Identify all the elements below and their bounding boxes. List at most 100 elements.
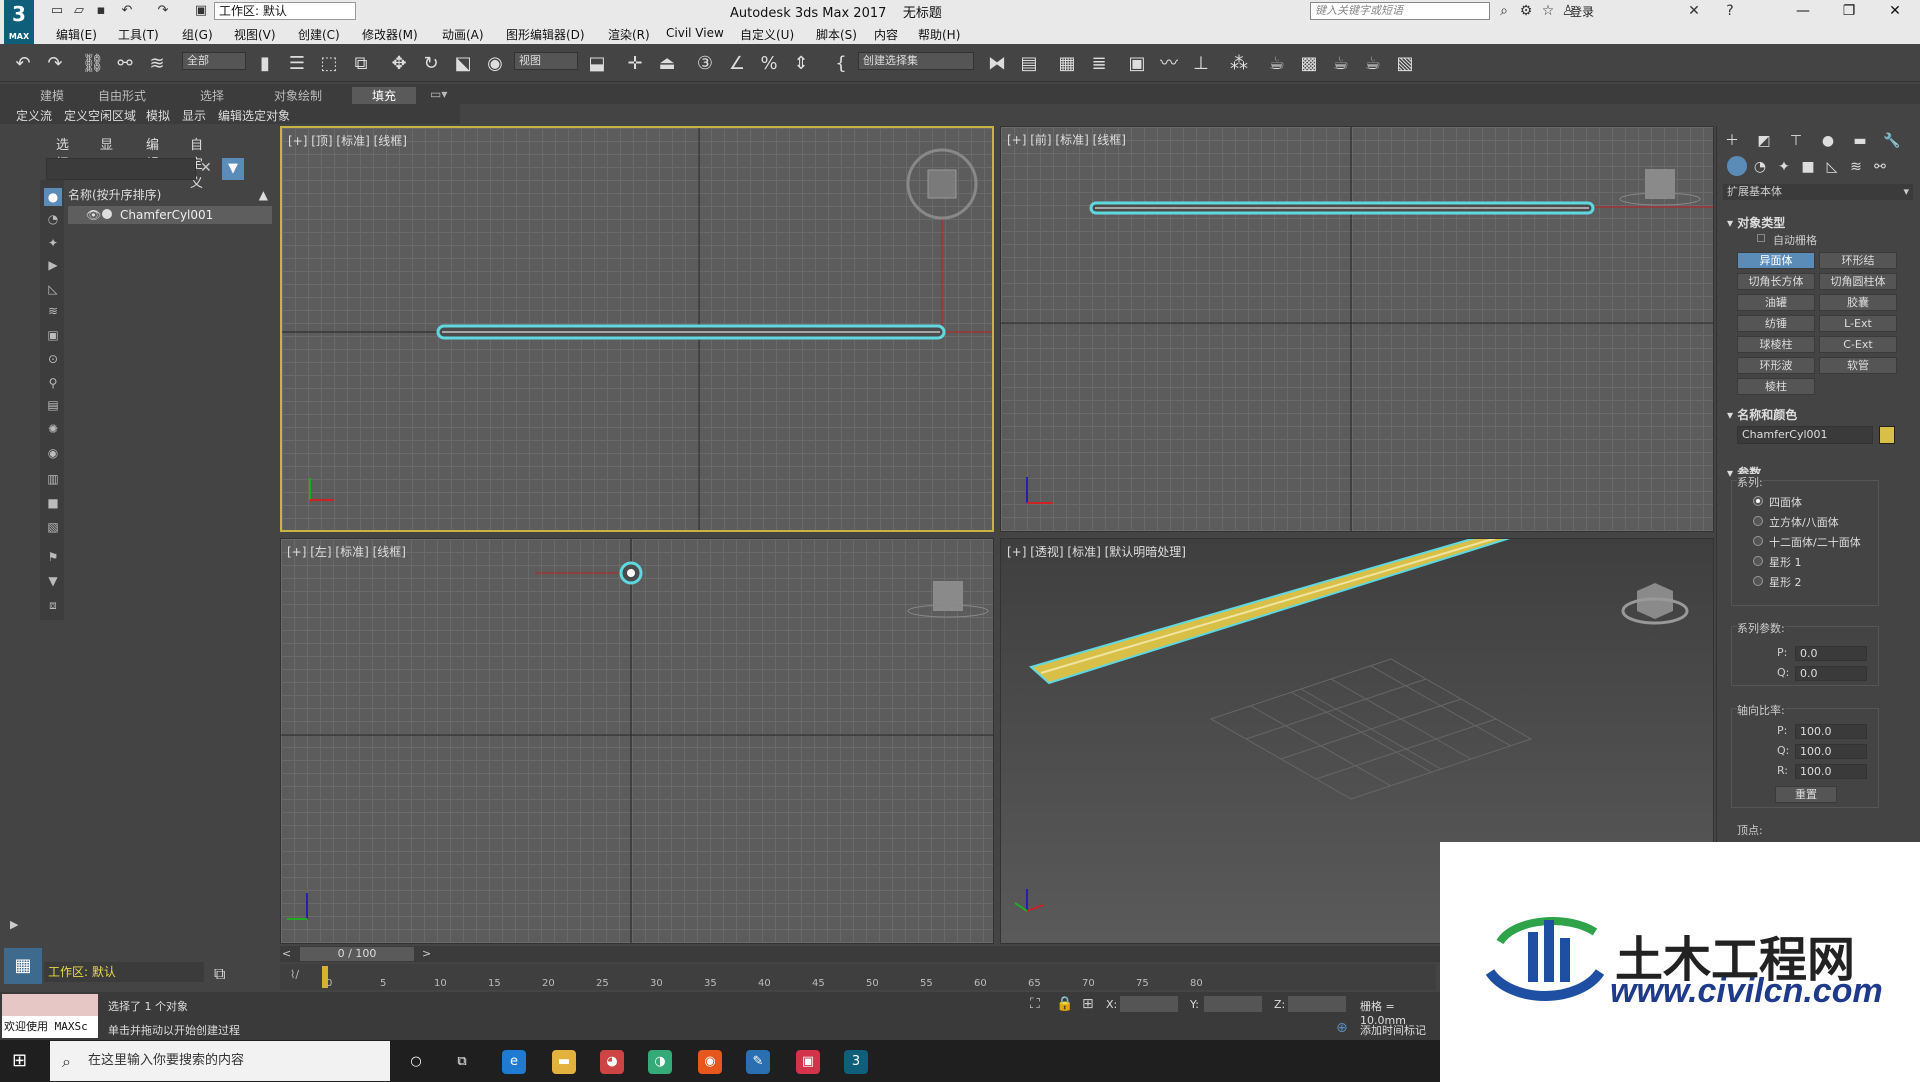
- favorites-star-icon[interactable]: ☆: [1538, 2, 1558, 20]
- category-dropdown[interactable]: 扩展基本体 ▾: [1723, 184, 1913, 200]
- menu-modifiers[interactable]: 修改器(M): [362, 26, 418, 43]
- add-time-tag[interactable]: 添加时间标记: [1360, 1022, 1426, 1038]
- systems-icon[interactable]: ⚯: [1869, 156, 1891, 178]
- l-ext-button[interactable]: L-Ext: [1819, 315, 1897, 332]
- time-tag-icon[interactable]: ⊕: [1336, 1020, 1348, 1036]
- create-tab-icon[interactable]: ＋: [1721, 130, 1743, 152]
- maxscript-listener[interactable]: [2, 994, 98, 1016]
- object-name-input[interactable]: ChamferCyl001: [1737, 426, 1873, 444]
- select-object-icon[interactable]: ▮: [252, 51, 278, 77]
- radio-star1[interactable]: [1753, 556, 1763, 566]
- curve-editor-mini-icon[interactable]: ⌇∕: [290, 968, 299, 981]
- select-by-name-icon[interactable]: ☰: [284, 51, 310, 77]
- gengon-button[interactable]: 球棱柱: [1737, 336, 1815, 353]
- new-file-icon[interactable]: ▭: [48, 2, 66, 20]
- file-explorer-icon[interactable]: ▬: [552, 1050, 576, 1074]
- firefox-icon[interactable]: ◉: [698, 1050, 722, 1074]
- scene-search-input[interactable]: [46, 158, 196, 180]
- expand-panel-icon[interactable]: ▶: [10, 918, 28, 936]
- object-color-swatch[interactable]: [1879, 426, 1895, 444]
- cameras-icon[interactable]: ■: [1797, 156, 1819, 178]
- x-coord-input[interactable]: [1120, 996, 1178, 1012]
- a360-render-icon[interactable]: ▧: [1392, 51, 1418, 77]
- windows-start-icon[interactable]: ⊞: [12, 1050, 27, 1071]
- subscription-icon[interactable]: ⚙: [1516, 2, 1536, 20]
- radio-dodec-icos[interactable]: [1753, 536, 1763, 546]
- torus-knot-button[interactable]: 环形结: [1819, 252, 1897, 269]
- scene-explorer-toggle-icon[interactable]: ▦: [1054, 51, 1080, 77]
- placement-icon[interactable]: ◉: [482, 51, 508, 77]
- schematic-view-icon[interactable]: ⊥: [1188, 51, 1214, 77]
- menu-tools[interactable]: 工具(T): [118, 26, 159, 43]
- hierarchy-tab-icon[interactable]: ⊤: [1785, 130, 1807, 152]
- tab-populate[interactable]: 填充: [352, 87, 417, 104]
- rect-selection-icon[interactable]: ⬚: [316, 51, 342, 77]
- display-groups-icon[interactable]: ▣: [44, 326, 62, 344]
- reset-button[interactable]: 重置: [1775, 786, 1837, 803]
- keyboard-shortcut-icon[interactable]: ⏏: [654, 51, 680, 77]
- search-input[interactable]: 键入关键字或短语: [1310, 2, 1490, 20]
- spinner-snap-icon[interactable]: ⇕: [788, 51, 814, 77]
- display-all-icon[interactable]: ■: [44, 494, 62, 512]
- autogrid-checkbox[interactable]: [1757, 234, 1765, 242]
- display-helpers-icon[interactable]: ◺: [44, 280, 62, 298]
- render-setup-icon[interactable]: ☕: [1264, 51, 1290, 77]
- transform-mode-icon[interactable]: ⊞: [1082, 996, 1094, 1012]
- save-icon[interactable]: ▪: [92, 2, 110, 20]
- column-header-name[interactable]: 名称(按升序排序) ▲: [68, 186, 272, 204]
- rollout-object-type[interactable]: ▾ 对象类型: [1727, 214, 1785, 231]
- clear-search-icon[interactable]: ✕: [200, 160, 212, 176]
- simulate-button[interactable]: 模拟: [146, 107, 170, 124]
- edit-selected-button[interactable]: 编辑选定对象: [218, 107, 290, 124]
- y-coord-input[interactable]: [1204, 996, 1262, 1012]
- app-logo[interactable]: 3 MAX: [4, 0, 34, 44]
- tab-object-paint[interactable]: 对象绘制: [274, 87, 322, 104]
- menu-content[interactable]: 内容: [874, 26, 898, 43]
- display-frozen-icon[interactable]: ▥: [44, 470, 62, 488]
- axis-p-spinner[interactable]: 100.0: [1795, 724, 1867, 739]
- unlink-icon[interactable]: ⚯: [112, 51, 138, 77]
- hose-button[interactable]: 软管: [1819, 357, 1897, 374]
- find-icon[interactable]: ⚑: [44, 548, 62, 566]
- redo-icon[interactable]: ↷: [42, 51, 68, 77]
- edge-browser-icon[interactable]: e: [502, 1050, 526, 1074]
- undo-icon[interactable]: ↶: [118, 2, 136, 20]
- app-icon-3[interactable]: ▣: [796, 1050, 820, 1074]
- p-spinner[interactable]: 0.0: [1795, 646, 1867, 661]
- menu-civil-view[interactable]: Civil View: [666, 26, 724, 40]
- restore-button[interactable]: ❐: [1826, 0, 1872, 22]
- ringwave-button[interactable]: 环形波: [1737, 357, 1815, 374]
- named-selection-dropdown[interactable]: 创建选择集: [858, 52, 974, 70]
- help-icon[interactable]: ?: [1720, 2, 1740, 20]
- axis-q-spinner[interactable]: 100.0: [1795, 744, 1867, 759]
- curve-editor-icon[interactable]: 〰: [1156, 51, 1182, 77]
- snap-toggle-icon[interactable]: ③: [692, 51, 718, 77]
- undo-icon[interactable]: ↶: [10, 51, 36, 77]
- display-spacewarps-icon[interactable]: ≋: [44, 302, 62, 320]
- window-crossing-icon[interactable]: ⧉: [348, 51, 374, 77]
- time-slider-thumb[interactable]: 0 / 100: [300, 947, 414, 961]
- lock-selection-icon[interactable]: 🔒: [1056, 996, 1073, 1012]
- prism-button[interactable]: 棱柱: [1737, 378, 1815, 395]
- binoculars-icon[interactable]: ⌕: [1494, 2, 1514, 20]
- display-geometry-icon[interactable]: ●: [44, 188, 62, 206]
- move-icon[interactable]: ✥: [386, 51, 412, 77]
- pivot-center-icon[interactable]: ⬓: [584, 51, 610, 77]
- viewport-front[interactable]: [+] [前] [标准] [线框]: [1000, 126, 1714, 532]
- select-manipulate-icon[interactable]: ✛: [622, 51, 648, 77]
- viewport-top[interactable]: [+] [顶] [标准] [线框]: [280, 126, 994, 532]
- ribbon-options-icon[interactable]: ▭▾: [430, 87, 447, 101]
- hedra-button[interactable]: 异面体: [1737, 252, 1815, 269]
- track-bar[interactable]: ⌇∕ 0 5 10 15 20 25 30 35 40 45 50 55 60 65 70 75 80: [280, 964, 1436, 990]
- radio-star2[interactable]: [1753, 576, 1763, 586]
- notepad-icon[interactable]: ✎: [746, 1050, 770, 1074]
- app-icon-2[interactable]: ◑: [648, 1050, 672, 1074]
- layers-icon[interactable]: ⧉: [214, 964, 225, 984]
- viewport-label[interactable]: [+] [左] [标准] [线框]: [287, 543, 406, 560]
- spindle-button[interactable]: 纺锤: [1737, 315, 1815, 332]
- menu-views[interactable]: 视图(V): [234, 26, 276, 43]
- link-icon[interactable]: ⛓: [80, 51, 106, 77]
- 3dsmax-taskbar-icon[interactable]: 3: [844, 1050, 868, 1074]
- display-button[interactable]: 显示: [182, 107, 206, 124]
- chamfer-cyl-button[interactable]: 切角圆柱体: [1819, 273, 1897, 290]
